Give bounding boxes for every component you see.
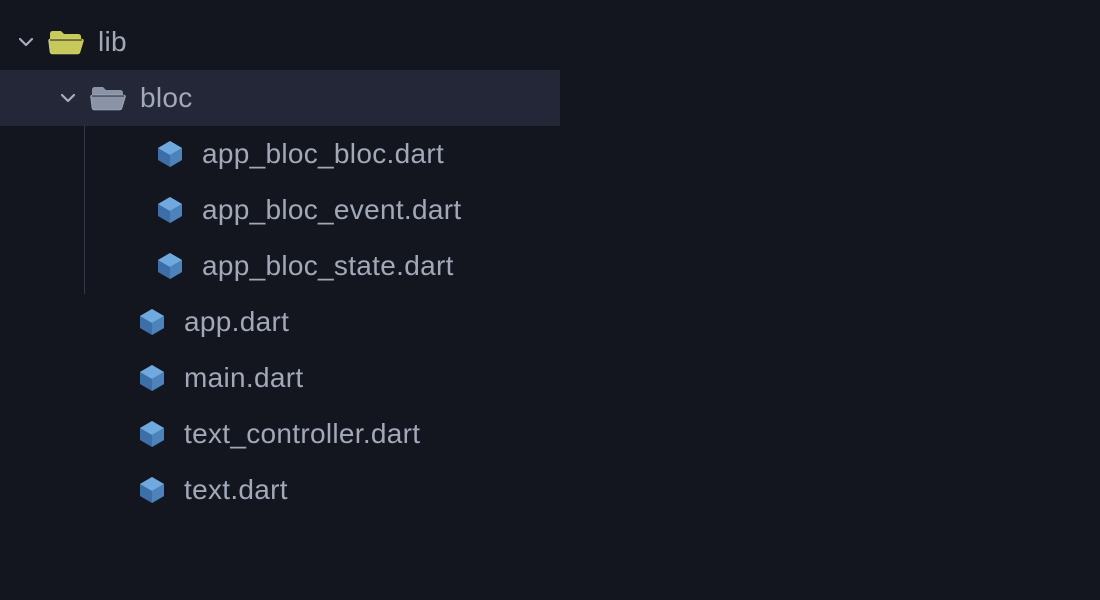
tree-file[interactable]: text_controller.dart: [0, 406, 1100, 462]
dart-file-icon: [134, 418, 170, 450]
dart-file-icon: [134, 306, 170, 338]
tree-file[interactable]: app_bloc_event.dart: [0, 182, 1100, 238]
dart-file-icon: [152, 250, 188, 282]
folder-open-icon: [48, 26, 84, 58]
dart-file-icon: [152, 194, 188, 226]
tree-item-label: main.dart: [184, 362, 303, 394]
dart-file-icon: [134, 362, 170, 394]
folder-open-icon: [90, 82, 126, 114]
tree-item-label: app_bloc_event.dart: [202, 194, 461, 226]
chevron-down-icon: [60, 90, 76, 106]
dart-file-icon: [152, 138, 188, 170]
indent-guideline: [84, 126, 85, 294]
tree-item-label: app_bloc_bloc.dart: [202, 138, 444, 170]
tree-item-label: app_bloc_state.dart: [202, 250, 454, 282]
tree-file[interactable]: main.dart: [0, 350, 1100, 406]
tree-item-label: lib: [98, 26, 127, 58]
tree-item-label: app.dart: [184, 306, 289, 338]
tree-item-label: text_controller.dart: [184, 418, 420, 450]
file-tree: lib bloc app_bloc_bloc.dart: [0, 0, 1100, 518]
tree-file[interactable]: app_bloc_state.dart: [0, 238, 1100, 294]
chevron-down-icon: [18, 34, 34, 50]
tree-folder-bloc[interactable]: bloc: [0, 70, 560, 126]
tree-item-label: text.dart: [184, 474, 288, 506]
tree-file[interactable]: text.dart: [0, 462, 1100, 518]
tree-file[interactable]: app_bloc_bloc.dart: [0, 126, 1100, 182]
tree-file[interactable]: app.dart: [0, 294, 1100, 350]
tree-folder-lib[interactable]: lib: [0, 14, 1100, 70]
dart-file-icon: [134, 474, 170, 506]
tree-item-label: bloc: [140, 82, 193, 114]
